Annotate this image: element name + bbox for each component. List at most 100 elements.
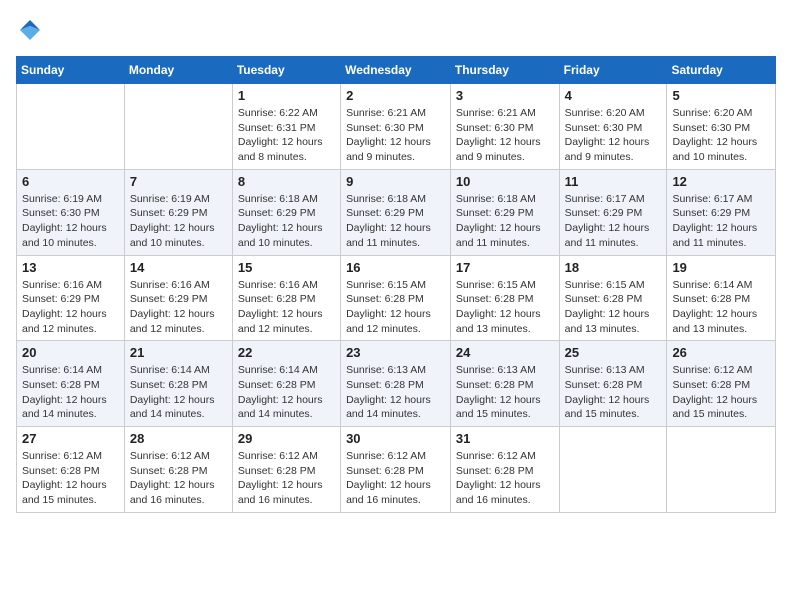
calendar-week-row: 13 Sunrise: 6:16 AM Sunset: 6:29 PM Dayl… (17, 255, 776, 341)
day-number: 29 (238, 431, 335, 446)
day-info: Sunrise: 6:21 AM Sunset: 6:30 PM Dayligh… (456, 107, 541, 163)
day-info: Sunrise: 6:15 AM Sunset: 6:28 PM Dayligh… (565, 279, 650, 335)
calendar-day-cell: 23 Sunrise: 6:13 AM Sunset: 6:28 PM Dayl… (341, 341, 451, 427)
day-info: Sunrise: 6:12 AM Sunset: 6:28 PM Dayligh… (130, 450, 215, 506)
logo-icon (16, 16, 44, 44)
calendar-day-cell: 31 Sunrise: 6:12 AM Sunset: 6:28 PM Dayl… (450, 427, 559, 513)
calendar-day-cell: 28 Sunrise: 6:12 AM Sunset: 6:28 PM Dayl… (124, 427, 232, 513)
day-info: Sunrise: 6:16 AM Sunset: 6:29 PM Dayligh… (22, 279, 107, 335)
day-number: 27 (22, 431, 119, 446)
calendar-body: 1 Sunrise: 6:22 AM Sunset: 6:31 PM Dayli… (17, 84, 776, 513)
day-info: Sunrise: 6:17 AM Sunset: 6:29 PM Dayligh… (565, 193, 650, 249)
calendar-day-cell: 4 Sunrise: 6:20 AM Sunset: 6:30 PM Dayli… (559, 84, 667, 170)
calendar-day-cell: 17 Sunrise: 6:15 AM Sunset: 6:28 PM Dayl… (450, 255, 559, 341)
calendar-day-cell: 29 Sunrise: 6:12 AM Sunset: 6:28 PM Dayl… (232, 427, 340, 513)
day-info: Sunrise: 6:15 AM Sunset: 6:28 PM Dayligh… (456, 279, 541, 335)
day-number: 25 (565, 345, 662, 360)
day-info: Sunrise: 6:12 AM Sunset: 6:28 PM Dayligh… (672, 364, 757, 420)
calendar-day-cell: 13 Sunrise: 6:16 AM Sunset: 6:29 PM Dayl… (17, 255, 125, 341)
day-number: 8 (238, 174, 335, 189)
calendar-day-cell: 2 Sunrise: 6:21 AM Sunset: 6:30 PM Dayli… (341, 84, 451, 170)
weekday-header-cell: Saturday (667, 57, 776, 84)
day-info: Sunrise: 6:13 AM Sunset: 6:28 PM Dayligh… (346, 364, 431, 420)
calendar-day-cell: 24 Sunrise: 6:13 AM Sunset: 6:28 PM Dayl… (450, 341, 559, 427)
day-info: Sunrise: 6:18 AM Sunset: 6:29 PM Dayligh… (346, 193, 431, 249)
calendar-day-cell: 25 Sunrise: 6:13 AM Sunset: 6:28 PM Dayl… (559, 341, 667, 427)
day-info: Sunrise: 6:14 AM Sunset: 6:28 PM Dayligh… (672, 279, 757, 335)
day-number: 18 (565, 260, 662, 275)
calendar-day-cell: 20 Sunrise: 6:14 AM Sunset: 6:28 PM Dayl… (17, 341, 125, 427)
day-number: 19 (672, 260, 770, 275)
day-info: Sunrise: 6:20 AM Sunset: 6:30 PM Dayligh… (672, 107, 757, 163)
calendar-week-row: 6 Sunrise: 6:19 AM Sunset: 6:30 PM Dayli… (17, 169, 776, 255)
weekday-header-row: SundayMondayTuesdayWednesdayThursdayFrid… (17, 57, 776, 84)
weekday-header-cell: Wednesday (341, 57, 451, 84)
day-number: 5 (672, 88, 770, 103)
page-header (16, 16, 776, 44)
day-number: 2 (346, 88, 445, 103)
day-info: Sunrise: 6:22 AM Sunset: 6:31 PM Dayligh… (238, 107, 323, 163)
day-number: 14 (130, 260, 227, 275)
calendar-table: SundayMondayTuesdayWednesdayThursdayFrid… (16, 56, 776, 513)
day-number: 24 (456, 345, 554, 360)
day-number: 11 (565, 174, 662, 189)
day-info: Sunrise: 6:19 AM Sunset: 6:30 PM Dayligh… (22, 193, 107, 249)
calendar-day-cell (559, 427, 667, 513)
calendar-day-cell: 6 Sunrise: 6:19 AM Sunset: 6:30 PM Dayli… (17, 169, 125, 255)
calendar-day-cell (17, 84, 125, 170)
day-number: 9 (346, 174, 445, 189)
day-number: 13 (22, 260, 119, 275)
calendar-day-cell: 8 Sunrise: 6:18 AM Sunset: 6:29 PM Dayli… (232, 169, 340, 255)
logo (16, 16, 48, 44)
day-info: Sunrise: 6:19 AM Sunset: 6:29 PM Dayligh… (130, 193, 215, 249)
calendar-week-row: 20 Sunrise: 6:14 AM Sunset: 6:28 PM Dayl… (17, 341, 776, 427)
day-number: 22 (238, 345, 335, 360)
day-info: Sunrise: 6:21 AM Sunset: 6:30 PM Dayligh… (346, 107, 431, 163)
day-number: 20 (22, 345, 119, 360)
calendar-day-cell: 14 Sunrise: 6:16 AM Sunset: 6:29 PM Dayl… (124, 255, 232, 341)
day-number: 4 (565, 88, 662, 103)
day-number: 6 (22, 174, 119, 189)
day-number: 1 (238, 88, 335, 103)
calendar-day-cell: 12 Sunrise: 6:17 AM Sunset: 6:29 PM Dayl… (667, 169, 776, 255)
day-info: Sunrise: 6:13 AM Sunset: 6:28 PM Dayligh… (565, 364, 650, 420)
calendar-day-cell: 7 Sunrise: 6:19 AM Sunset: 6:29 PM Dayli… (124, 169, 232, 255)
day-info: Sunrise: 6:13 AM Sunset: 6:28 PM Dayligh… (456, 364, 541, 420)
day-info: Sunrise: 6:12 AM Sunset: 6:28 PM Dayligh… (456, 450, 541, 506)
weekday-header-cell: Friday (559, 57, 667, 84)
day-info: Sunrise: 6:18 AM Sunset: 6:29 PM Dayligh… (456, 193, 541, 249)
day-info: Sunrise: 6:20 AM Sunset: 6:30 PM Dayligh… (565, 107, 650, 163)
calendar-day-cell: 15 Sunrise: 6:16 AM Sunset: 6:28 PM Dayl… (232, 255, 340, 341)
day-number: 21 (130, 345, 227, 360)
day-number: 16 (346, 260, 445, 275)
weekday-header-cell: Tuesday (232, 57, 340, 84)
day-number: 31 (456, 431, 554, 446)
day-info: Sunrise: 6:17 AM Sunset: 6:29 PM Dayligh… (672, 193, 757, 249)
calendar-day-cell: 3 Sunrise: 6:21 AM Sunset: 6:30 PM Dayli… (450, 84, 559, 170)
day-info: Sunrise: 6:16 AM Sunset: 6:28 PM Dayligh… (238, 279, 323, 335)
calendar-day-cell: 5 Sunrise: 6:20 AM Sunset: 6:30 PM Dayli… (667, 84, 776, 170)
weekday-header-cell: Thursday (450, 57, 559, 84)
calendar-day-cell: 16 Sunrise: 6:15 AM Sunset: 6:28 PM Dayl… (341, 255, 451, 341)
day-number: 23 (346, 345, 445, 360)
calendar-day-cell (667, 427, 776, 513)
calendar-day-cell: 10 Sunrise: 6:18 AM Sunset: 6:29 PM Dayl… (450, 169, 559, 255)
calendar-day-cell: 1 Sunrise: 6:22 AM Sunset: 6:31 PM Dayli… (232, 84, 340, 170)
calendar-day-cell: 18 Sunrise: 6:15 AM Sunset: 6:28 PM Dayl… (559, 255, 667, 341)
day-info: Sunrise: 6:14 AM Sunset: 6:28 PM Dayligh… (22, 364, 107, 420)
calendar-day-cell: 11 Sunrise: 6:17 AM Sunset: 6:29 PM Dayl… (559, 169, 667, 255)
day-info: Sunrise: 6:18 AM Sunset: 6:29 PM Dayligh… (238, 193, 323, 249)
day-number: 30 (346, 431, 445, 446)
day-info: Sunrise: 6:12 AM Sunset: 6:28 PM Dayligh… (346, 450, 431, 506)
day-number: 26 (672, 345, 770, 360)
day-info: Sunrise: 6:12 AM Sunset: 6:28 PM Dayligh… (238, 450, 323, 506)
day-number: 7 (130, 174, 227, 189)
calendar-day-cell: 21 Sunrise: 6:14 AM Sunset: 6:28 PM Dayl… (124, 341, 232, 427)
calendar-day-cell: 27 Sunrise: 6:12 AM Sunset: 6:28 PM Dayl… (17, 427, 125, 513)
day-number: 28 (130, 431, 227, 446)
day-info: Sunrise: 6:12 AM Sunset: 6:28 PM Dayligh… (22, 450, 107, 506)
day-info: Sunrise: 6:15 AM Sunset: 6:28 PM Dayligh… (346, 279, 431, 335)
calendar-day-cell: 26 Sunrise: 6:12 AM Sunset: 6:28 PM Dayl… (667, 341, 776, 427)
day-info: Sunrise: 6:14 AM Sunset: 6:28 PM Dayligh… (238, 364, 323, 420)
calendar-day-cell (124, 84, 232, 170)
